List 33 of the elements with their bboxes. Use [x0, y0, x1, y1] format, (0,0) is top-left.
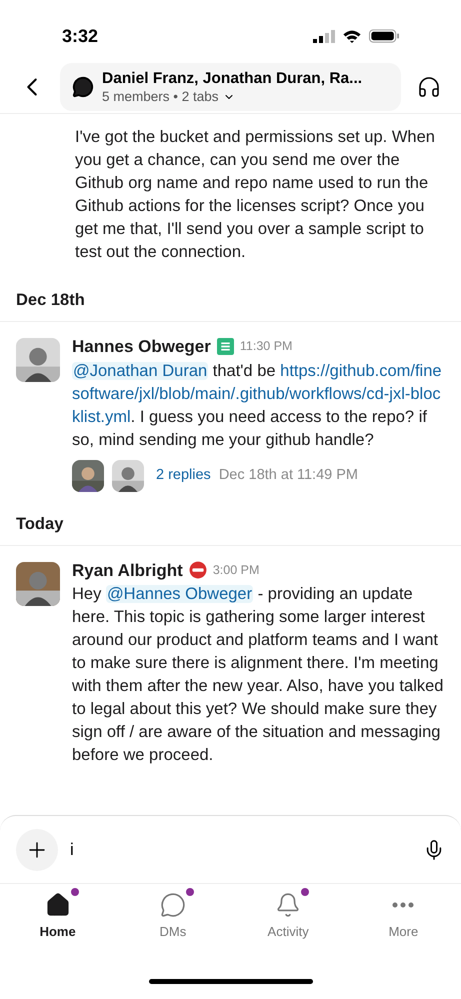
mention-link[interactable]: @Hannes Obweger: [106, 585, 254, 603]
message-time: 11:30 PM: [240, 338, 292, 356]
status-time: 3:32: [62, 24, 98, 48]
conversation-title: Daniel Franz, Jonathan Duran, Ra...: [102, 68, 362, 88]
mention-link[interactable]: @Jonathan Duran: [72, 362, 208, 380]
date-divider: Today: [16, 514, 64, 532]
last-reply-time: Dec 18th at 11:49 PM: [218, 466, 358, 485]
replies-link[interactable]: 2 replies: [156, 464, 211, 486]
conversation-subtitle: 5 members • 2 tabs: [102, 88, 219, 104]
tab-bar-item[interactable]: Activity: [230, 892, 346, 979]
tab-bar-item[interactable]: Home: [0, 892, 116, 979]
message-text: I've got the bucket and permissions set up. When you get a chance, can you send me over the Github org name and repo name used to run the Github actions for the licenses script? Once you get me that, I'll send you over a sample script to test out the connection.: [75, 127, 436, 263]
more-icon: [392, 902, 414, 908]
battery-icon: [369, 29, 399, 43]
add-button[interactable]: [16, 828, 58, 870]
headphones-icon: [417, 74, 441, 98]
bell-icon: [275, 892, 302, 918]
no-entry-status-icon: [188, 561, 207, 580]
message-text: @Jonathan Duran that'd be https://github.com/finesoftware/jxl/blob/main/.github/workflows/cd-jxl-blocklist.yml. I guess you need access to the repo? if so, mind sending me your github handle?: [72, 360, 443, 450]
date-divider: Dec 18th: [16, 291, 85, 309]
author-name[interactable]: Hannes Obweger: [72, 334, 211, 360]
conversation-header[interactable]: Daniel Franz, Jonathan Duran, Ra... 5 members • 2 tabs: [60, 62, 401, 110]
message-text: Hey @Hannes Obweger - providing an update here. This topic is gathering some larger interest around our product and platform teams and I want to make sure there is alignment there. I'm meeting with them after the new year. Also, have you talked to legal about this yet? We should make sure they sign off / are aware of the situation and messaging before we proceed.: [72, 584, 444, 766]
wifi-icon: [343, 29, 361, 43]
notes-status-icon: [216, 338, 234, 356]
message-time: 3:00 PM: [212, 562, 260, 579]
author-name[interactable]: Ryan Albright: [72, 558, 183, 583]
message-input[interactable]: i: [70, 836, 411, 862]
tab-bar-item[interactable]: DMs: [115, 892, 230, 979]
signal-icon: [313, 30, 335, 42]
tab-bar-item[interactable]: More: [346, 892, 461, 979]
conversation-icon: [72, 76, 94, 98]
house-icon: [44, 892, 71, 918]
